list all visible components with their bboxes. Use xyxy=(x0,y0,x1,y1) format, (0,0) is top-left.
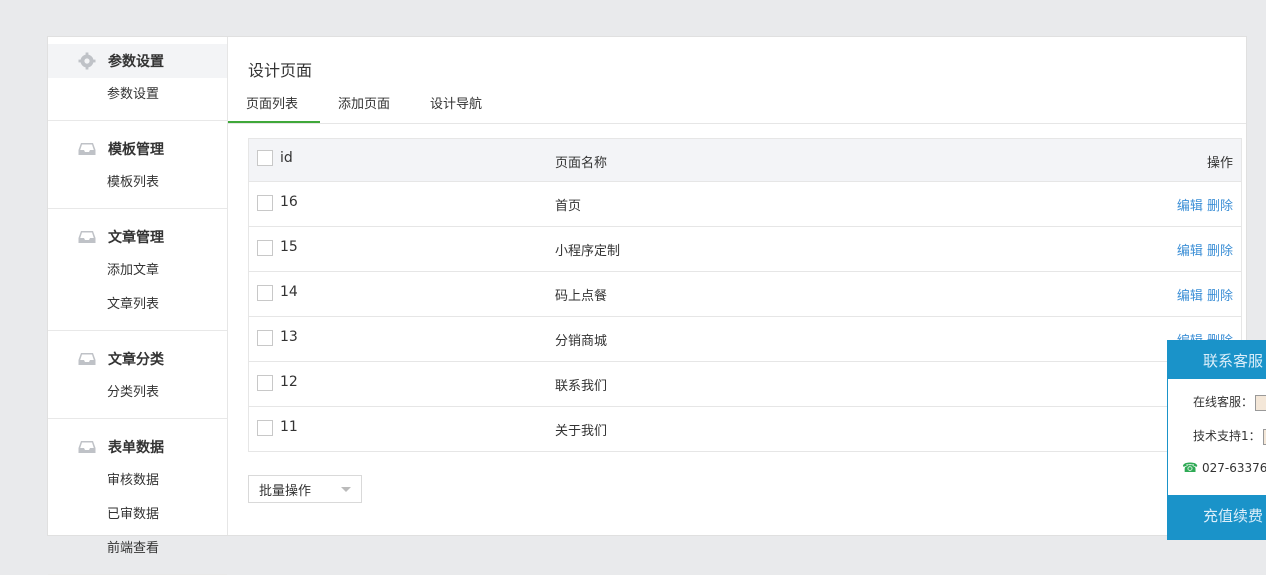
table-row: 13 分销商城 编辑 删除 xyxy=(249,317,1241,362)
row-checkbox[interactable] xyxy=(257,375,273,391)
sidebar-group-header[interactable]: 参数设置 xyxy=(48,44,227,78)
pages-table: id 页面名称 操作 16 首页 编辑 删除 15 小程序定制 编辑 删除 14… xyxy=(248,138,1242,452)
sidebar-item-add-article[interactable]: 添加文章 xyxy=(48,254,227,288)
delete-link[interactable]: 删除 xyxy=(1207,199,1233,214)
page-title: 设计页面 xyxy=(248,61,313,80)
row-checkbox[interactable] xyxy=(257,330,273,346)
edit-link[interactable]: 编辑 xyxy=(1177,289,1203,304)
delete-link[interactable]: 删除 xyxy=(1207,244,1233,259)
sidebar-item-template-list[interactable]: 模板列表 xyxy=(48,166,227,200)
sidebar-item-reviewed-data[interactable]: 已审数据 xyxy=(48,498,227,532)
row-id: 16 xyxy=(280,194,298,210)
qq-icon[interactable] xyxy=(1262,428,1266,445)
recharge-button[interactable]: 充值续费 xyxy=(1168,495,1266,539)
table-header: id 页面名称 操作 xyxy=(249,139,1241,182)
table-row: 11 关于我们 xyxy=(249,407,1241,451)
row-name: 关于我们 xyxy=(555,424,608,439)
sidebar-group-header[interactable]: 表单数据 xyxy=(48,430,227,464)
sidebar-item-category-list[interactable]: 分类列表 xyxy=(48,376,227,410)
tab-add-page[interactable]: 添加页面 xyxy=(338,93,390,112)
table-row: 14 码上点餐 编辑 删除 xyxy=(249,272,1241,317)
row-actions: 编辑 删除 xyxy=(1177,285,1233,304)
service-title[interactable]: 联系客服 xyxy=(1168,341,1266,379)
sidebar-group-title: 表单数据 xyxy=(108,440,164,456)
row-id: 15 xyxy=(280,239,298,255)
gear-icon xyxy=(78,52,96,70)
edit-link[interactable]: 编辑 xyxy=(1177,199,1203,214)
row-id: 13 xyxy=(280,329,298,345)
sidebar-group-header[interactable]: 文章管理 xyxy=(48,220,227,254)
row-actions: 编辑 删除 xyxy=(1177,195,1233,214)
table-row: 16 首页 编辑 删除 xyxy=(249,182,1241,227)
sidebar-group-title: 模板管理 xyxy=(108,142,164,158)
header-actions: 操作 xyxy=(1206,156,1233,171)
tab-bar: 页面列表 添加页面 设计导航 xyxy=(228,85,1246,124)
qq-icon[interactable] xyxy=(1255,394,1266,411)
row-name: 联系我们 xyxy=(555,379,608,394)
phone-row: ☎ 027-633765 xyxy=(1182,461,1266,476)
row-name: 分销商城 xyxy=(555,334,608,349)
row-id: 11 xyxy=(280,419,298,435)
content-panel: 参数设置 参数设置 模板管理 模板列表 文章管理 添加文章 文章列表 文章分类 … xyxy=(47,36,1247,575)
sidebar-group-params: 参数设置 参数设置 xyxy=(48,37,227,121)
row-id: 12 xyxy=(280,374,298,390)
sidebar-group-title: 文章分类 xyxy=(108,352,164,368)
inbox-icon xyxy=(78,438,96,456)
select-all-checkbox[interactable] xyxy=(257,150,273,166)
active-tab-indicator xyxy=(228,121,320,123)
row-actions: 编辑 删除 xyxy=(1177,240,1233,259)
batch-action-label: 批量操作 xyxy=(259,483,312,499)
row-checkbox[interactable] xyxy=(257,195,273,211)
tab-design-nav[interactable]: 设计导航 xyxy=(430,93,482,112)
row-name: 码上点餐 xyxy=(555,289,608,304)
phone-number: 027-633765 xyxy=(1202,461,1266,475)
sidebar-group-categories: 文章分类 分类列表 xyxy=(48,331,227,419)
main-content: 设计页面 页面列表 添加页面 设计导航 id 页面名称 操作 16 首页 编辑 … xyxy=(228,37,1246,535)
online-service-label: 在线客服： xyxy=(1193,395,1254,409)
sidebar-item-article-list[interactable]: 文章列表 xyxy=(48,288,227,322)
sidebar-item-frontend-view[interactable]: 前端查看 xyxy=(48,532,227,566)
sidebar: 参数设置 参数设置 模板管理 模板列表 文章管理 添加文章 文章列表 文章分类 … xyxy=(48,37,228,575)
chevron-down-icon xyxy=(341,487,351,492)
table-row: 12 联系我们 xyxy=(249,362,1241,407)
inbox-icon xyxy=(78,140,96,158)
row-checkbox[interactable] xyxy=(257,240,273,256)
row-checkbox[interactable] xyxy=(257,420,273,436)
online-service-row: 在线客服： xyxy=(1193,393,1266,411)
tab-page-list[interactable]: 页面列表 xyxy=(246,93,298,112)
sidebar-group-title: 参数设置 xyxy=(108,54,164,70)
batch-action-select[interactable]: 批量操作 xyxy=(248,475,362,503)
row-id: 14 xyxy=(280,284,298,300)
inbox-icon xyxy=(78,228,96,246)
support-label: 技术支持1： xyxy=(1193,429,1261,443)
sidebar-group-title: 文章管理 xyxy=(108,230,164,246)
header-id: id xyxy=(280,150,293,166)
sidebar-group-forms: 表单数据 审核数据 已审数据 前端查看 xyxy=(48,419,227,575)
sidebar-group-articles: 文章管理 添加文章 文章列表 xyxy=(48,209,227,331)
row-name: 小程序定制 xyxy=(555,244,621,259)
sidebar-item-params[interactable]: 参数设置 xyxy=(48,78,227,112)
phone-icon: ☎ xyxy=(1182,461,1199,476)
header-name: 页面名称 xyxy=(555,156,608,171)
support-row: 技术支持1： xyxy=(1193,427,1266,445)
sidebar-group-templates: 模板管理 模板列表 xyxy=(48,121,227,209)
sidebar-group-header[interactable]: 文章分类 xyxy=(48,342,227,376)
row-name: 首页 xyxy=(555,199,582,214)
customer-service-widget: 联系客服 在线客服： 技术支持1： ☎ 027-633765 充值续费 xyxy=(1167,340,1266,540)
sidebar-group-header[interactable]: 模板管理 xyxy=(48,132,227,166)
inbox-icon xyxy=(78,350,96,368)
delete-link[interactable]: 删除 xyxy=(1207,289,1233,304)
row-checkbox[interactable] xyxy=(257,285,273,301)
table-row: 15 小程序定制 编辑 删除 xyxy=(249,227,1241,272)
edit-link[interactable]: 编辑 xyxy=(1177,244,1203,259)
sidebar-item-review-data[interactable]: 审核数据 xyxy=(48,464,227,498)
